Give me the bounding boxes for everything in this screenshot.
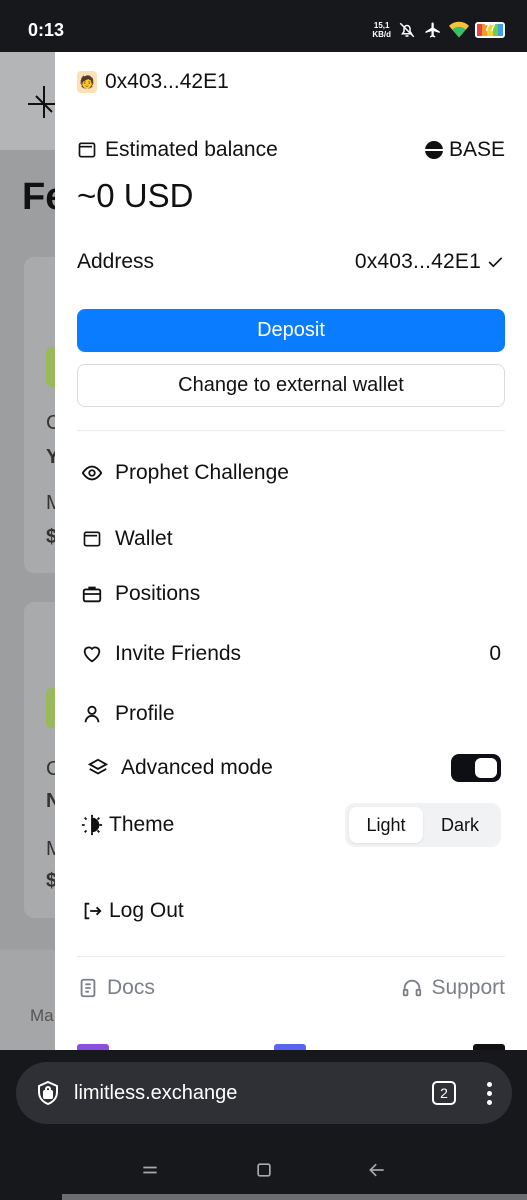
battery-icon: 77 xyxy=(475,22,505,38)
menu-item-wallet[interactable]: Wallet xyxy=(81,527,501,551)
balance-header: Estimated balance BASE xyxy=(77,138,505,162)
address-label: Address xyxy=(77,250,155,273)
status-time: 0:13 xyxy=(28,20,65,40)
account-drawer: 🧑 0x403...42E1 Estimated balance BASE ~0… xyxy=(55,52,527,1050)
copy-address[interactable]: 0x403...42E1 xyxy=(355,250,505,274)
menu-label: Positions xyxy=(115,582,201,605)
menu-label: Profile xyxy=(115,702,175,725)
system-nav-bar xyxy=(0,1146,527,1200)
avatar: 🧑 xyxy=(77,71,97,93)
network-label: BASE xyxy=(448,138,505,161)
menu-label: Advanced mode xyxy=(121,756,273,779)
menu-label: Log Out xyxy=(109,899,184,922)
network-speed: 15,1 KB/d xyxy=(372,21,391,39)
background-nav-label: Ma xyxy=(30,1006,54,1025)
menu-item-positions[interactable]: Positions xyxy=(81,582,501,606)
support-label: Support xyxy=(431,976,505,999)
theme-option-dark[interactable]: Dark xyxy=(423,807,497,843)
wallet-icon xyxy=(81,528,103,550)
change-wallet-button[interactable]: Change to external wallet xyxy=(77,364,505,407)
menu-label: Invite Friends xyxy=(115,642,242,665)
status-icons: 15,1 KB/d 77 xyxy=(372,20,505,40)
menu-item-invite-friends[interactable]: Invite Friends 0 xyxy=(81,642,501,666)
headset-icon xyxy=(401,977,423,999)
layers-icon xyxy=(87,757,109,779)
menu-label: Wallet xyxy=(115,527,173,550)
address-value: 0x403...42E1 xyxy=(354,250,481,273)
wallet-icon xyxy=(77,139,99,161)
url-text: limitless.exchange xyxy=(74,1081,238,1104)
lock-icon[interactable] xyxy=(36,1080,60,1106)
advanced-mode-toggle[interactable] xyxy=(451,754,501,782)
home-icon[interactable] xyxy=(252,1158,276,1182)
check-icon xyxy=(488,257,503,268)
briefcase-icon xyxy=(81,583,103,605)
recents-icon[interactable] xyxy=(138,1158,162,1182)
address-bar[interactable]: limitless.exchange 2 xyxy=(16,1062,512,1124)
invite-count: 0 xyxy=(489,642,501,665)
heart-icon xyxy=(81,643,103,665)
browser-bar: limitless.exchange 2 xyxy=(0,1050,527,1146)
user-icon xyxy=(81,703,103,725)
menu-item-theme: Theme Light Dark xyxy=(81,803,501,847)
base-network-icon xyxy=(424,141,443,159)
menu-label: Theme xyxy=(109,813,175,836)
deposit-button[interactable]: Deposit xyxy=(77,309,505,352)
account-address: 0x403...42E1 xyxy=(105,70,229,93)
support-link[interactable]: Support xyxy=(401,976,505,1000)
logout-icon xyxy=(81,900,103,922)
docs-link[interactable]: Docs xyxy=(77,976,155,1000)
more-options-icon[interactable] xyxy=(486,1081,492,1105)
menu-item-advanced-mode: Advanced mode xyxy=(87,754,501,782)
book-icon xyxy=(77,977,99,999)
eye-icon xyxy=(81,462,103,484)
gesture-bar xyxy=(62,1194,527,1200)
tab-switcher-button[interactable]: 2 xyxy=(432,1081,456,1105)
address-row: Address 0x403...42E1 xyxy=(77,250,505,274)
status-bar: 0:13 15,1 KB/d 77 xyxy=(0,0,527,52)
bell-off-icon xyxy=(397,20,417,40)
estimated-balance-label: Estimated balance xyxy=(105,138,278,161)
theme-switcher: Light Dark xyxy=(345,803,501,847)
docs-label: Docs xyxy=(107,976,155,999)
menu-label: Prophet Challenge xyxy=(115,461,289,484)
theme-icon xyxy=(81,814,103,836)
menu-item-prophet-challenge[interactable]: Prophet Challenge xyxy=(81,461,501,485)
divider xyxy=(77,430,505,431)
menu-item-logout[interactable]: Log Out xyxy=(81,899,501,923)
back-icon[interactable] xyxy=(365,1158,389,1182)
divider xyxy=(77,956,505,957)
menu-item-profile[interactable]: Profile xyxy=(81,702,501,726)
balance-amount: ~0 USD xyxy=(77,177,194,214)
theme-option-light[interactable]: Light xyxy=(349,807,423,843)
airplane-icon xyxy=(423,20,443,40)
wifi-icon xyxy=(449,20,469,40)
account-header[interactable]: 🧑 0x403...42E1 xyxy=(77,70,505,94)
network-selector[interactable]: BASE xyxy=(424,138,505,162)
